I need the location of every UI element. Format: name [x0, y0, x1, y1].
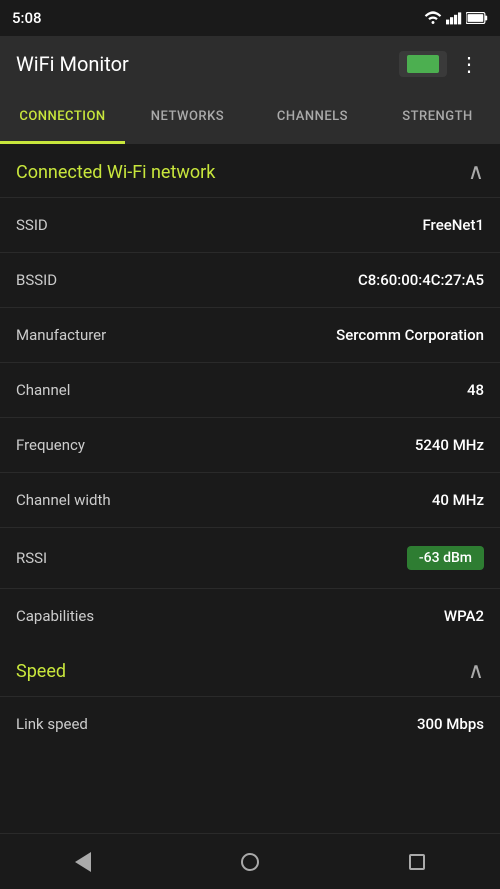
channel-width-row: Channel width 40 MHz [0, 472, 500, 527]
recents-button[interactable] [409, 854, 425, 870]
channel-width-label: Channel width [16, 491, 111, 509]
connected-section-title: Connected Wi-Fi network [16, 162, 215, 183]
tab-strength[interactable]: STRENGTH [375, 92, 500, 144]
ssid-label: SSID [16, 216, 48, 234]
speed-section-title: Speed [16, 661, 66, 682]
bottom-nav [0, 833, 500, 889]
speed-collapse-button[interactable]: ∧ [468, 659, 484, 684]
wifi-icon [424, 11, 442, 25]
frequency-label: Frequency [16, 436, 85, 454]
manufacturer-row: Manufacturer Sercomm Corporation [0, 307, 500, 362]
ssid-row: SSID FreeNet1 [0, 197, 500, 252]
link-speed-value: 300 Mbps [417, 715, 484, 733]
channel-width-value: 40 MHz [432, 491, 484, 509]
frequency-row: Frequency 5240 MHz [0, 417, 500, 472]
link-speed-label: Link speed [16, 715, 88, 733]
menu-button[interactable]: ⋮ [455, 48, 484, 80]
app-bar-actions: ⋮ [399, 48, 484, 80]
capabilities-value: WPA2 [444, 607, 484, 625]
frequency-value: 5240 MHz [415, 436, 484, 454]
tab-channels[interactable]: CHANNELS [250, 92, 375, 144]
tab-connection[interactable]: CONNECTION [0, 92, 125, 144]
app-title: WiFi Monitor [16, 52, 129, 76]
battery-icon [466, 12, 488, 24]
connected-section-header: Connected Wi-Fi network ∧ [0, 144, 500, 197]
status-time: 5:08 [12, 9, 42, 27]
ssid-value: FreeNet1 [422, 216, 484, 234]
rssi-row: RSSI -63 dBm [0, 527, 500, 588]
bssid-label: BSSID [16, 271, 57, 289]
status-bar: 5:08 [0, 0, 500, 36]
connected-collapse-button[interactable]: ∧ [468, 160, 484, 185]
tab-networks[interactable]: NETWORKS [125, 92, 250, 144]
rssi-label: RSSI [16, 549, 47, 567]
tab-bar: CONNECTION NETWORKS CHANNELS STRENGTH [0, 92, 500, 144]
back-button[interactable] [75, 852, 91, 872]
bssid-row: BSSID C8:60:00:4C:27:A5 [0, 252, 500, 307]
manufacturer-label: Manufacturer [16, 326, 106, 344]
manufacturer-value: Sercomm Corporation [336, 326, 484, 344]
status-icons [424, 11, 488, 25]
speed-section-header: Speed ∧ [0, 643, 500, 696]
rssi-badge: -63 dBm [407, 546, 484, 570]
bssid-value: C8:60:00:4C:27:A5 [358, 271, 484, 289]
link-speed-row: Link speed 300 Mbps [0, 696, 500, 751]
capabilities-row: Capabilities WPA2 [0, 588, 500, 643]
channel-row: Channel 48 [0, 362, 500, 417]
signal-badge [399, 51, 447, 77]
channel-label: Channel [16, 381, 70, 399]
home-button[interactable] [241, 853, 259, 871]
signal-indicator [407, 55, 439, 73]
app-bar: WiFi Monitor ⋮ [0, 36, 500, 92]
capabilities-label: Capabilities [16, 607, 94, 625]
channel-value: 48 [467, 381, 484, 399]
content-area: Connected Wi-Fi network ∧ SSID FreeNet1 … [0, 144, 500, 833]
signal-icon [446, 11, 462, 25]
